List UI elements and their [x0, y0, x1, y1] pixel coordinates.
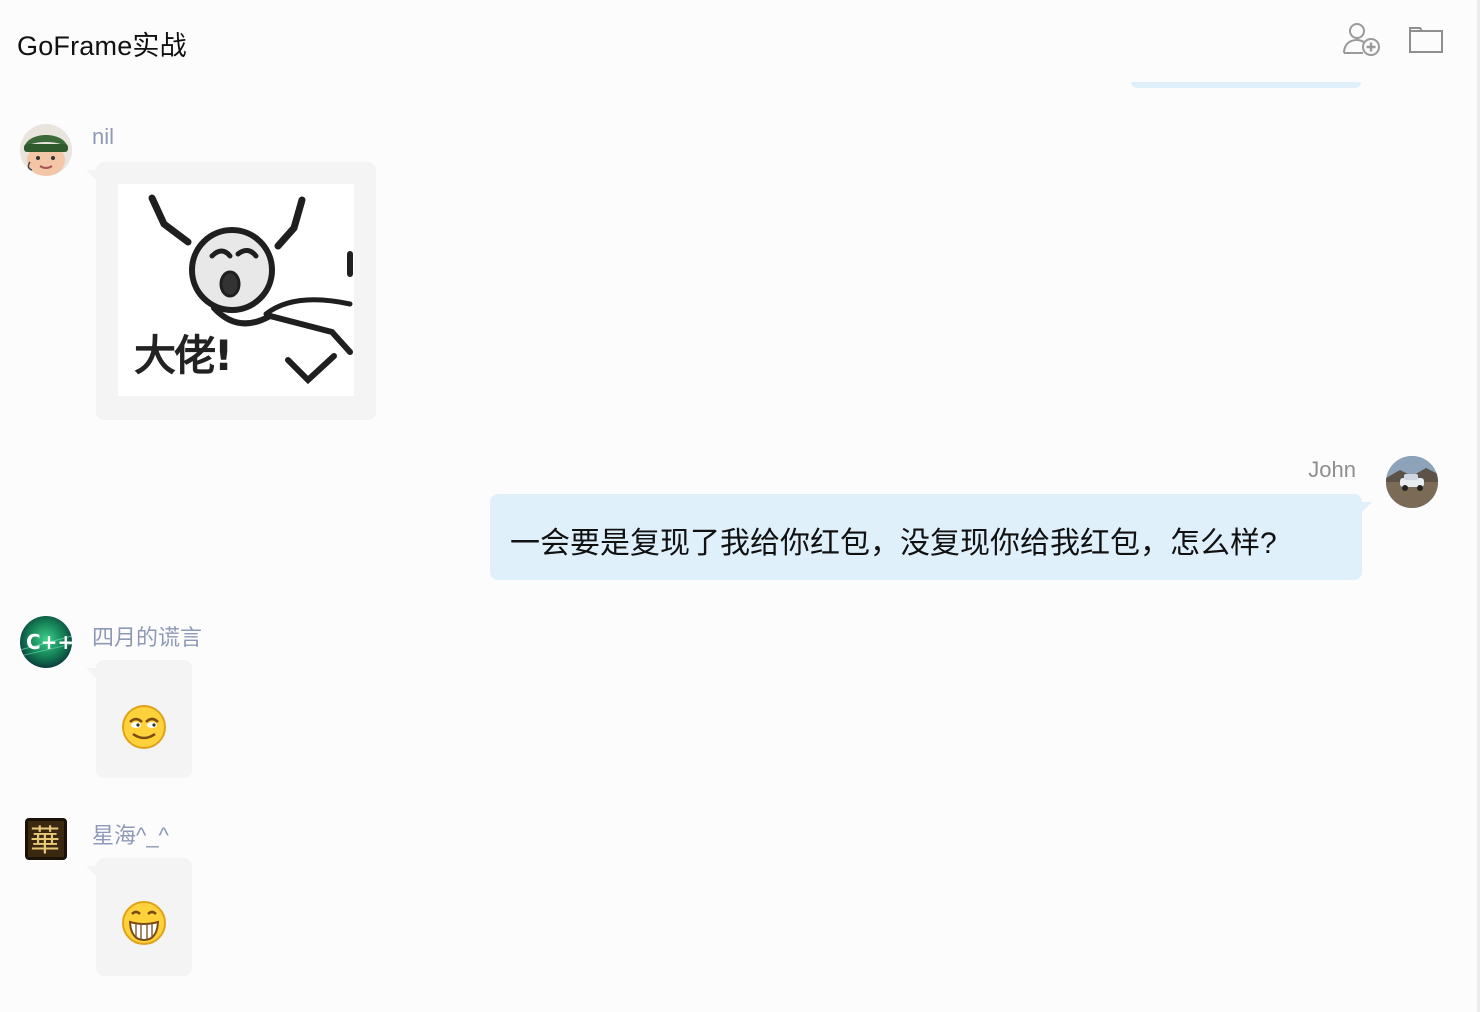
emoji-message-bubble[interactable] [86, 858, 192, 976]
folder-icon[interactable] [1406, 20, 1446, 60]
text-message-bubble[interactable]: 一会要是复现了我给你红包，没复现你给我红包，怎么样? [490, 494, 1372, 580]
sticker-caption: 大佬! [134, 331, 233, 380]
message-text: 一会要是复现了我给你红包，没复现你给我红包，怎么样? [510, 527, 1277, 560]
sender-name: 四月的谎言 [92, 625, 203, 650]
chat-title: GoFrame实战 [17, 31, 187, 61]
smirk-emoji-icon [121, 704, 167, 750]
sender-name: nil [92, 124, 115, 149]
grin-emoji-icon [121, 900, 167, 946]
svg-text:C++: C++ [26, 630, 72, 654]
sticker-image: 大佬! [118, 184, 354, 396]
emoji-message-bubble[interactable] [86, 660, 192, 778]
sender-name-john: John [1308, 457, 1356, 482]
sticker-message-bubble[interactable]: 大佬! [86, 162, 376, 420]
avatar-nil[interactable] [20, 124, 72, 176]
svg-text:華: 華 [30, 824, 60, 859]
chat-window: GoFrame实战 nil 大佬! John 一会要是复现了我给你红包，没复现你… [0, 0, 1480, 1012]
add-member-icon[interactable] [1341, 20, 1381, 60]
sender-name: 星海^_^ [92, 823, 169, 848]
avatar-april-lie[interactable]: C++ [20, 616, 72, 668]
avatar-xinghai[interactable]: 華 [25, 818, 67, 860]
avatar-john[interactable] [1386, 456, 1438, 508]
chat-header: GoFrame实战 [0, 0, 1476, 80]
previous-message-bubble-edge [1131, 82, 1361, 88]
